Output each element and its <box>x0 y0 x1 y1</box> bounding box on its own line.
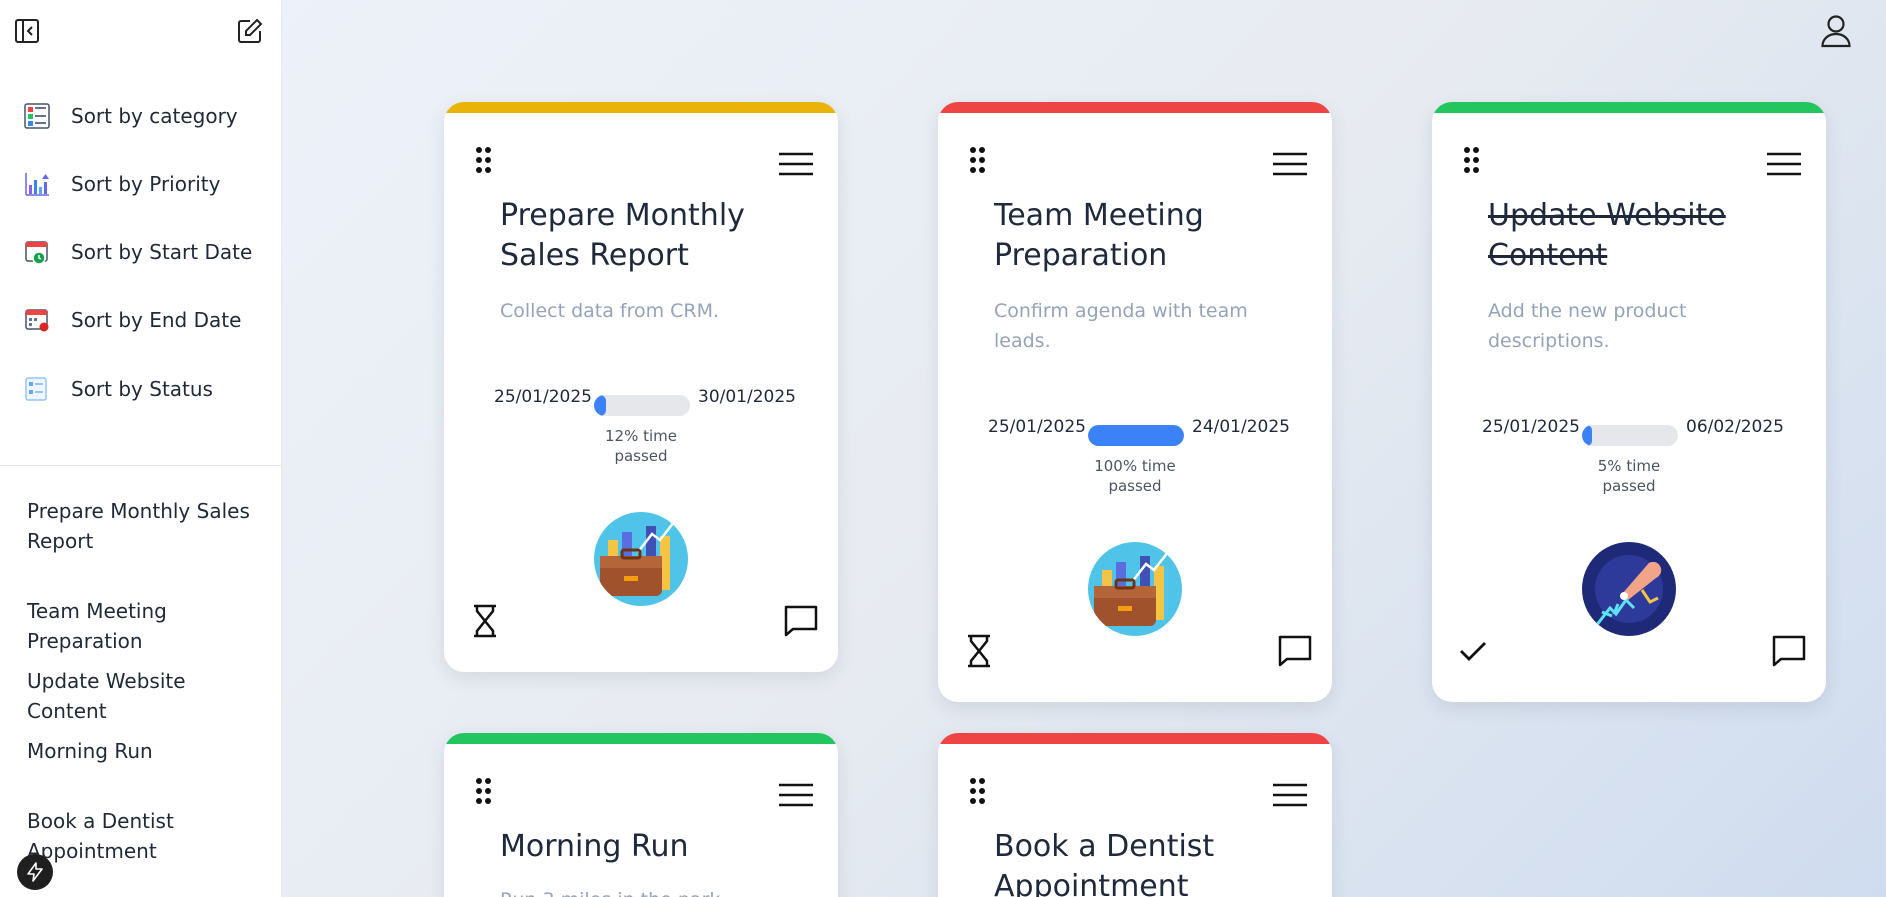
task-card[interactable]: Prepare Monthly Sales Report Collect dat… <box>444 102 838 672</box>
drag-handle-icon[interactable] <box>1462 146 1482 174</box>
sidebar-task-prepare-monthly-sales-report[interactable]: Prepare Monthly Sales Report <box>27 496 267 556</box>
comment-button[interactable] <box>1772 634 1806 668</box>
sort-by-start-date[interactable]: Sort by Start Date <box>24 232 264 272</box>
start-date: 25/01/2025 <box>1482 417 1580 437</box>
comment-icon <box>784 605 818 637</box>
drag-handle-icon[interactable] <box>474 777 494 805</box>
sort-by-priority[interactable]: Sort by Priority <box>24 164 264 204</box>
card-menu-button[interactable] <box>779 783 813 807</box>
hamburger-menu-icon <box>779 152 813 176</box>
sidebar-task-update-website-content[interactable]: Update Website Content <box>27 666 267 726</box>
sort-by-end-date[interactable]: Sort by End Date <box>24 300 264 340</box>
task-description: Add the new product descriptions. <box>1488 300 1687 352</box>
lightning-bolt-icon <box>27 862 43 882</box>
task-card[interactable]: Morning Run Run 3 miles in the park. <box>444 733 838 897</box>
hamburger-menu-icon <box>1273 152 1307 176</box>
drag-handle-icon[interactable] <box>474 146 494 174</box>
business-briefcase-illustration <box>1088 542 1182 636</box>
start-date: 25/01/2025 <box>988 417 1086 437</box>
sidebar-divider <box>0 465 282 466</box>
comment-icon <box>1772 635 1806 667</box>
task-description: Run 3 miles in the park. <box>500 885 790 897</box>
category-grid-icon <box>24 103 50 129</box>
time-progress-bar <box>1088 425 1184 446</box>
priority-bar <box>938 733 1332 744</box>
hamburger-menu-icon <box>779 783 813 807</box>
task-description: Confirm agenda with team leads. <box>994 300 1248 352</box>
sort-label: Sort by Priority <box>71 172 221 196</box>
hourglass-icon[interactable] <box>964 634 994 668</box>
sort-label: Sort by category <box>71 104 238 128</box>
sidebar-task-team-meeting-preparation[interactable]: Team Meeting Preparation <box>27 596 267 656</box>
sort-by-category[interactable]: Sort by category <box>24 96 264 136</box>
task-card[interactable]: Team Meeting Preparation Confirm agenda … <box>938 102 1332 702</box>
status-list-icon <box>24 376 50 402</box>
collapse-sidebar-icon <box>15 19 39 43</box>
end-date: 06/02/2025 <box>1686 417 1784 437</box>
task-title: Morning Run <box>500 829 689 864</box>
time-progress-bar <box>1582 425 1678 446</box>
priority-bar <box>444 102 838 113</box>
sort-label: Sort by Start Date <box>71 240 253 264</box>
card-menu-button[interactable] <box>1767 152 1801 176</box>
task-title: Prepare Monthly Sales Report <box>500 198 745 273</box>
user-icon <box>1821 15 1851 48</box>
sidebar: Sort by category Sort by Priority Sort b… <box>0 0 282 897</box>
hourglass-icon[interactable] <box>470 604 500 638</box>
task-title: Update Website Content <box>1488 198 1726 273</box>
end-date: 24/01/2025 <box>1192 417 1290 437</box>
card-menu-button[interactable] <box>1273 152 1307 176</box>
sort-by-status[interactable]: Sort by Status <box>24 369 264 409</box>
priority-chart-icon <box>24 171 50 197</box>
time-passed-label: 5% time passed <box>1597 457 1661 495</box>
end-date: 30/01/2025 <box>698 387 796 407</box>
time-passed-label: 12% time passed <box>605 427 677 465</box>
edit-icon <box>238 18 263 43</box>
drag-handle-icon[interactable] <box>968 777 988 805</box>
comment-button[interactable] <box>1278 634 1312 668</box>
calendar-start-icon <box>24 239 50 265</box>
business-briefcase-illustration <box>594 512 688 606</box>
collapse-sidebar-button[interactable] <box>12 16 42 46</box>
task-title: Team Meeting Preparation <box>994 198 1204 273</box>
card-menu-button[interactable] <box>779 152 813 176</box>
user-profile-button[interactable] <box>1820 14 1852 48</box>
drag-handle-icon[interactable] <box>968 146 988 174</box>
comment-button[interactable] <box>784 604 818 638</box>
hamburger-menu-icon <box>1767 152 1801 176</box>
priority-bar <box>1432 102 1826 113</box>
hamburger-menu-icon <box>1273 783 1307 807</box>
sidebar-task-book-a-dentist-appointment[interactable]: Book a Dentist Appointment <box>27 806 267 866</box>
sidebar-task-morning-run[interactable]: Morning Run <box>27 736 267 766</box>
priority-bar <box>444 733 838 744</box>
calendar-end-icon <box>24 307 50 333</box>
task-title: Book a Dentist Appointment <box>994 829 1215 897</box>
task-card[interactable]: Update Website Content Add the new produ… <box>1432 102 1826 702</box>
time-passed-label: 100% time passed <box>1094 457 1176 495</box>
sort-label: Sort by Status <box>71 377 213 401</box>
new-task-button[interactable] <box>235 16 265 46</box>
task-description: Collect data from CRM. <box>500 300 720 322</box>
sort-label: Sort by End Date <box>71 308 242 332</box>
quick-action-button[interactable] <box>17 854 53 890</box>
card-menu-button[interactable] <box>1273 783 1307 807</box>
tech-hand-illustration <box>1582 542 1676 636</box>
priority-bar <box>938 102 1332 113</box>
task-card[interactable]: Book a Dentist Appointment <box>938 733 1332 897</box>
time-progress-bar <box>594 395 690 416</box>
comment-icon <box>1278 635 1312 667</box>
start-date: 25/01/2025 <box>494 387 592 407</box>
check-icon[interactable] <box>1458 634 1488 668</box>
